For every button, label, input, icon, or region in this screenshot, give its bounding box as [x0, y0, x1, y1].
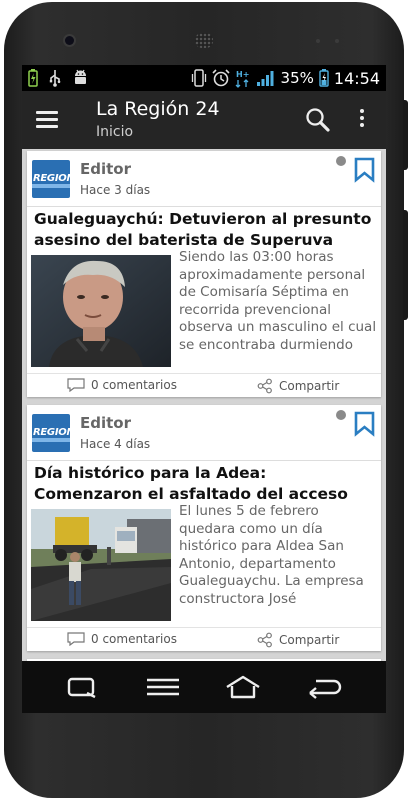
unread-dot-icon — [336, 410, 346, 420]
menu-lines-icon[interactable] — [145, 673, 181, 701]
bookmark-icon[interactable] — [354, 411, 375, 437]
comments-button[interactable]: 0 comentarios — [67, 378, 177, 392]
article-thumbnail[interactable] — [31, 255, 171, 367]
post-date: Hace 4 días — [80, 437, 151, 451]
article-thumbnail[interactable] — [31, 509, 171, 621]
article-card[interactable]: REGION Editor Hace 4 días Día histórico … — [27, 405, 381, 651]
app-title: La Región 24 — [96, 98, 220, 120]
share-button[interactable]: Compartir — [257, 378, 339, 394]
article-title[interactable]: Gualeguaychú: Detuvieron al presunto ase… — [34, 209, 374, 251]
comment-icon — [67, 632, 85, 646]
signal-icon — [256, 71, 274, 86]
comments-count: 0 comentarios — [91, 632, 177, 646]
card-footer: 0 comentarios Compartir — [27, 627, 381, 652]
recent-apps-icon[interactable] — [65, 673, 101, 701]
light-sensor — [335, 39, 339, 43]
screen: H+ 35% 14:54 La Región 24 Inicio REGIO E… — [22, 65, 386, 713]
share-icon — [257, 632, 272, 648]
card-footer: 0 comentarios Compartir — [27, 373, 381, 398]
article-card[interactable]: REGION Editor Hace 3 días Gualeguaychú: … — [27, 151, 381, 397]
bookmark-icon[interactable] — [354, 157, 375, 183]
comments-count: 0 comentarios — [91, 378, 177, 392]
author-name: Editor — [80, 414, 131, 432]
comments-button[interactable]: 0 comentarios — [67, 632, 177, 646]
vibrate-icon — [191, 69, 206, 87]
battery-charging-icon — [28, 69, 38, 87]
share-label: Compartir — [279, 379, 340, 393]
battery-percent: 35% — [280, 69, 314, 87]
article-excerpt: Siendo las 03:00 horas aproximadamente p… — [179, 249, 377, 353]
front-camera — [65, 36, 74, 45]
more-vertical-icon[interactable] — [355, 107, 369, 133]
share-icon — [257, 378, 272, 394]
menu-icon[interactable] — [36, 109, 60, 131]
search-icon[interactable] — [304, 106, 332, 134]
navigation-bar — [22, 661, 386, 713]
author-name: Editor — [80, 160, 131, 178]
hplus-data-icon: H+ — [235, 70, 249, 88]
source-logo: REGION — [32, 414, 70, 452]
usb-icon — [49, 70, 61, 87]
comment-icon — [67, 378, 85, 392]
phone-frame: H+ 35% 14:54 La Región 24 Inicio REGIO E… — [0, 0, 408, 800]
battery-icon — [319, 69, 329, 87]
unread-dot-icon — [336, 156, 346, 166]
volume-button — [403, 210, 408, 320]
earpiece-speaker — [195, 33, 213, 48]
power-button — [403, 100, 408, 170]
android-debug-icon — [75, 69, 86, 84]
article-feed: REGION Editor Hace 3 días Gualeguaychú: … — [22, 149, 386, 661]
alarm-icon — [211, 69, 230, 87]
share-button[interactable]: Compartir — [257, 632, 339, 648]
app-subtitle: Inicio — [96, 124, 134, 140]
post-date: Hace 3 días — [80, 183, 151, 197]
app-bar: La Región 24 Inicio — [22, 91, 386, 149]
article-title[interactable]: Día histórico para la Adea: Comenzaron e… — [34, 463, 374, 505]
proximity-sensor — [316, 39, 320, 43]
source-logo: REGION — [32, 160, 70, 198]
back-icon[interactable] — [306, 673, 342, 701]
article-excerpt: El lunes 5 de febrero quedara como un dí… — [179, 503, 364, 607]
share-label: Compartir — [279, 633, 340, 647]
svg-text:H+: H+ — [236, 70, 249, 79]
home-icon[interactable] — [225, 673, 261, 701]
status-bar: H+ 35% 14:54 — [22, 65, 386, 91]
clock: 14:54 — [333, 68, 380, 88]
